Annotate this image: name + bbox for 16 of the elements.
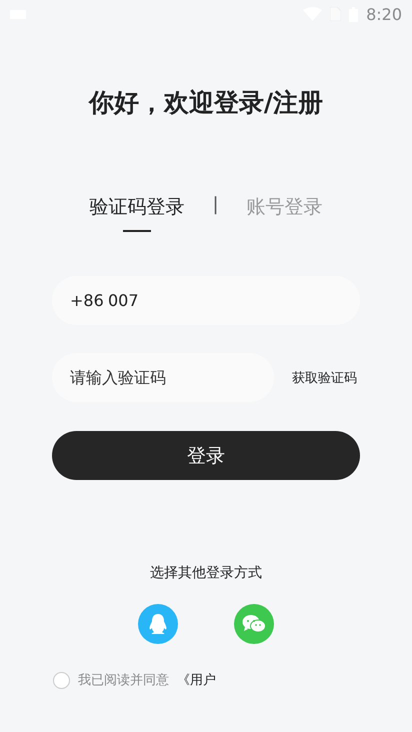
get-code-button[interactable]: 获取验证码: [292, 368, 357, 386]
user-agreement-link[interactable]: 《用户: [177, 671, 216, 689]
other-login-label: 选择其他登录方式: [149, 564, 263, 582]
penguin-icon: [148, 613, 168, 635]
tab-separator: |: [212, 194, 219, 215]
login-tab[interactable]: 验证码登录: [89, 194, 184, 232]
clock-time: 8:20: [366, 4, 402, 24]
penguin-login-button[interactable]: [138, 604, 178, 644]
chat-login-button[interactable]: [234, 604, 274, 644]
agree-checkbox[interactable]: [53, 672, 70, 688]
country-code[interactable]: +86: [70, 291, 104, 310]
agreement-text: 我已阅读并同意: [78, 672, 169, 689]
welcome-title: 你好，欢迎登录/注册: [87, 87, 324, 116]
chat-bubbles-icon: [242, 614, 266, 634]
login-button[interactable]: 登录: [52, 431, 360, 480]
code-field[interactable]: 请输入验证码: [52, 353, 274, 402]
